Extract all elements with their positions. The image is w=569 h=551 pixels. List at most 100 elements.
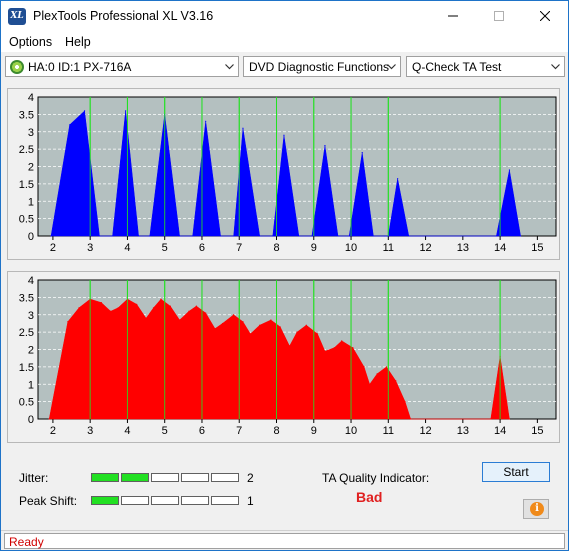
jitter-data-point [372, 235, 374, 237]
peak-shift-x-tick-label: 10 [345, 425, 357, 437]
peak-shift-x-tick-label: 4 [124, 425, 130, 437]
peak-shift-y-tick-label: 2.5 [19, 327, 34, 339]
peak-shift-data-point [152, 307, 155, 309]
info-button[interactable]: i [523, 499, 549, 519]
peak-shift-y-tick-label: 1.5 [19, 362, 34, 374]
jitter-x-tick-label: 7 [236, 242, 242, 254]
jitter-data-point [124, 110, 127, 112]
info-icon: i [530, 502, 544, 516]
jitter-label: Jitter: [19, 471, 49, 485]
menu-help[interactable]: Help [65, 35, 91, 49]
jitter-x-tick-label: 8 [273, 242, 279, 254]
peak-shift-meter-segment [91, 496, 119, 505]
jitter-y-tick-label: 1.5 [19, 179, 34, 191]
test-select[interactable]: Q-Check TA Test [406, 56, 565, 77]
jitter-data-point [205, 120, 207, 122]
close-button[interactable] [522, 1, 568, 32]
jitter-x-tick-label: 4 [124, 242, 130, 254]
start-button[interactable]: Start [482, 462, 550, 482]
jitter-y-tick-label: 2 [28, 162, 34, 174]
jitter-x-tick-label: 6 [199, 242, 205, 254]
ta-quality-value: Bad [356, 489, 383, 505]
jitter-x-tick-label: 5 [162, 242, 168, 254]
jitter-data-point [272, 235, 274, 237]
chevron-down-icon [225, 64, 234, 70]
test-select-value: Q-Check TA Test [412, 60, 502, 74]
peak-shift-meter-segment [211, 496, 239, 505]
jitter-chart-panel: 4 3.5 3 2.5 2 1.5 1 0.5 0 2 3 4 5 6 7 8 9 10 11 12 13 14 15 [7, 88, 560, 260]
jitter-data-point [259, 235, 261, 237]
peak-shift-x-tick-label: 14 [494, 425, 506, 437]
jitter-x-tick-label: 14 [494, 242, 506, 254]
peak-shift-x-tick-label: 6 [199, 425, 205, 437]
peak-shift-data-point [341, 340, 343, 342]
peak-shift-y-tick-label: 0.5 [19, 397, 34, 409]
jitter-value: 2 [247, 471, 254, 485]
peak-shift-data-point [117, 307, 119, 309]
peak-shift-x-tick-label: 8 [273, 425, 279, 437]
jitter-x-tick-label: 10 [345, 242, 357, 254]
jitter-data-point [98, 235, 101, 237]
peak-shift-data-point [324, 350, 326, 352]
ta-quality-label: TA Quality Indicator: [322, 471, 430, 485]
peak-shift-data-point [259, 324, 261, 326]
peak-shift-data-point [490, 418, 492, 420]
peak-shift-label: Peak Shift: [19, 494, 78, 508]
minimize-icon [448, 15, 458, 17]
jitter-data-point [361, 152, 363, 154]
jitter-data-point [50, 235, 52, 237]
function-select[interactable]: DVD Diagnostic Functions [243, 56, 401, 77]
jitter-chart: 4 3.5 3 2.5 2 1.5 1 0.5 0 2 3 4 5 6 7 8 9 10 11 12 13 14 15 [19, 92, 557, 254]
jitter-x-tick-label: 12 [419, 242, 431, 254]
peak-shift-x-tick-label: 15 [531, 425, 543, 437]
chevron-down-icon [387, 64, 396, 70]
jitter-x-tick-label: 9 [311, 242, 317, 254]
jitter-y-tick-label: 0.5 [19, 214, 34, 226]
jitter-data-point [397, 178, 399, 180]
drive-select[interactable]: HA:0 ID:1 PX-716A [5, 56, 239, 77]
peak-shift-data-point [110, 310, 112, 312]
jitter-meter-segment [151, 473, 179, 482]
jitter-x-tick-label: 15 [531, 242, 543, 254]
peak-shift-data-point [385, 366, 388, 368]
peak-shift-x-tick-label: 5 [162, 425, 168, 437]
maximize-button[interactable] [476, 1, 522, 32]
peak-shift-data-point [376, 373, 378, 375]
peak-shift-data-point [214, 328, 216, 330]
peak-shift-meter-segment [151, 496, 179, 505]
status-field: Ready [4, 533, 565, 549]
peak-shift-data-point [270, 319, 272, 321]
jitter-data-point [324, 145, 326, 147]
status-bar: Ready [1, 530, 568, 550]
quality-panel: Jitter: 2 Peak Shift: 1 TA Quality Indic… [1, 451, 568, 531]
peak-shift-x-tick-label: 3 [87, 425, 93, 437]
peak-shift-data-point [169, 305, 171, 307]
peak-shift-data-point [179, 319, 181, 321]
peak-shift-y-tick-label: 2 [28, 345, 34, 357]
peak-shift-data-point [145, 317, 147, 319]
peak-shift-y-tick-label: 4 [28, 275, 34, 287]
app-logo-icon: XL [8, 8, 26, 25]
peak-shift-data-point [296, 331, 298, 333]
maximize-icon [494, 11, 504, 21]
jitter-data-point [337, 235, 339, 237]
peak-shift-data-point [249, 333, 252, 335]
status-text: Ready [9, 535, 44, 549]
jitter-data-point [311, 235, 313, 237]
menu-options[interactable]: Options [9, 35, 52, 49]
jitter-data-point [348, 235, 350, 237]
jitter-data-point [495, 235, 497, 237]
minimize-button[interactable] [430, 1, 476, 32]
peak-shift-x-tick-label: 11 [383, 425, 394, 437]
peak-shift-data-point [100, 301, 102, 304]
jitter-y-tick-label: 2.5 [19, 144, 34, 156]
jitter-data-point [519, 235, 522, 237]
jitter-data-point [149, 235, 151, 237]
jitter-meter-segment [121, 473, 149, 482]
disc-drive-icon [10, 60, 24, 74]
close-icon [540, 11, 550, 21]
peak-shift-data-point [221, 322, 224, 325]
jitter-meter-segment [181, 473, 209, 482]
peak-shift-value: 1 [247, 494, 254, 508]
jitter-data-point [408, 235, 410, 237]
